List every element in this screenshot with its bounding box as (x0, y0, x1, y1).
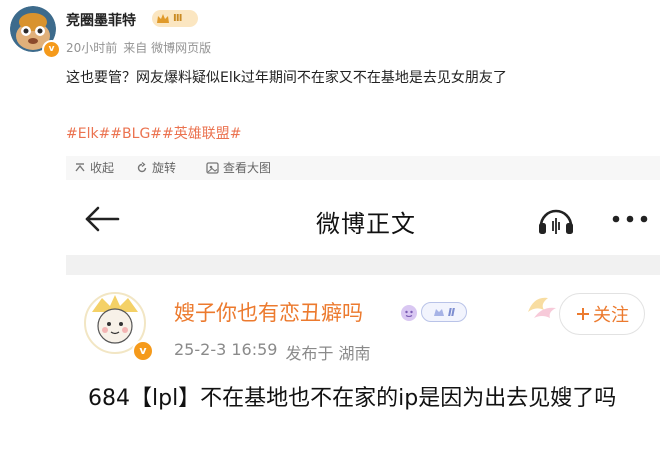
back-arrow-icon (85, 206, 120, 232)
collapse-label: 收起 (90, 161, 115, 175)
rotate-button[interactable]: 旋转 (136, 159, 176, 176)
post-text: 这也要管？网友爆料疑似Elk过年期间不在家又不在基地是去见女朋友了 (66, 70, 507, 86)
post-meta: 20小时前 来自 微博网页版 (66, 39, 211, 56)
post-source: 来自 微博网页版 (123, 41, 212, 55)
verified-icon: v (42, 40, 61, 59)
inner-meta: 25-2-3 16:59 发布于 湖南 (174, 340, 371, 364)
inner-level-text: Ⅱ (447, 305, 456, 319)
headphones-icon (539, 209, 573, 234)
follow-button[interactable]: 关注 (559, 293, 645, 335)
inner-post-text: 684【lpl】不在基地也不在家的ip是因为出去见嫂了吗 (88, 386, 617, 411)
decoration-wings-icon (528, 297, 556, 318)
page-title: 微博正文 (316, 210, 416, 238)
view-large-button[interactable]: 查看大图 (206, 159, 271, 176)
inner-author-name[interactable]: 嫂子你也有恋丑癖吗 (174, 297, 363, 327)
plus-icon (577, 308, 589, 320)
inner-verified-icon: v (132, 340, 154, 362)
more-icon (612, 215, 648, 223)
embedded-screenshot[interactable]: 微博正文 v 嫂子你也有恋丑癖吗 Ⅱ 25-2-3 16:59 发布于 湖南 关… (66, 180, 660, 468)
follow-label: 关注 (593, 305, 629, 326)
sticker-icon (401, 305, 417, 321)
member-level-text: Ⅲ (173, 13, 183, 24)
inner-post-time: 25-2-3 16:59 (174, 340, 278, 359)
post-time[interactable]: 20小时前 (66, 39, 117, 56)
view-large-label: 查看大图 (223, 161, 272, 175)
inner-post-location: 发布于 湖南 (285, 344, 371, 363)
level-icon (433, 309, 444, 316)
collapse-button[interactable]: 收起 (74, 159, 114, 176)
image-toolbar: 收起 旋转 查看大图 (66, 156, 660, 180)
inner-level-badge[interactable]: Ⅱ (421, 302, 467, 322)
section-divider (66, 255, 660, 275)
crown-icon (157, 13, 169, 23)
post-header: v 竞圈墨菲特 Ⅲ 20小时前 来自 微博网页版 (0, 0, 660, 60)
author-name[interactable]: 竞圈墨菲特 (66, 10, 136, 30)
view-large-icon (206, 161, 219, 174)
collapse-icon (75, 162, 85, 171)
rotate-icon (137, 161, 147, 172)
rotate-label: 旋转 (152, 161, 177, 175)
post-tags[interactable]: #Elk##BLG##英雄联盟# (66, 123, 241, 143)
member-level-badge[interactable]: Ⅲ (152, 10, 198, 27)
